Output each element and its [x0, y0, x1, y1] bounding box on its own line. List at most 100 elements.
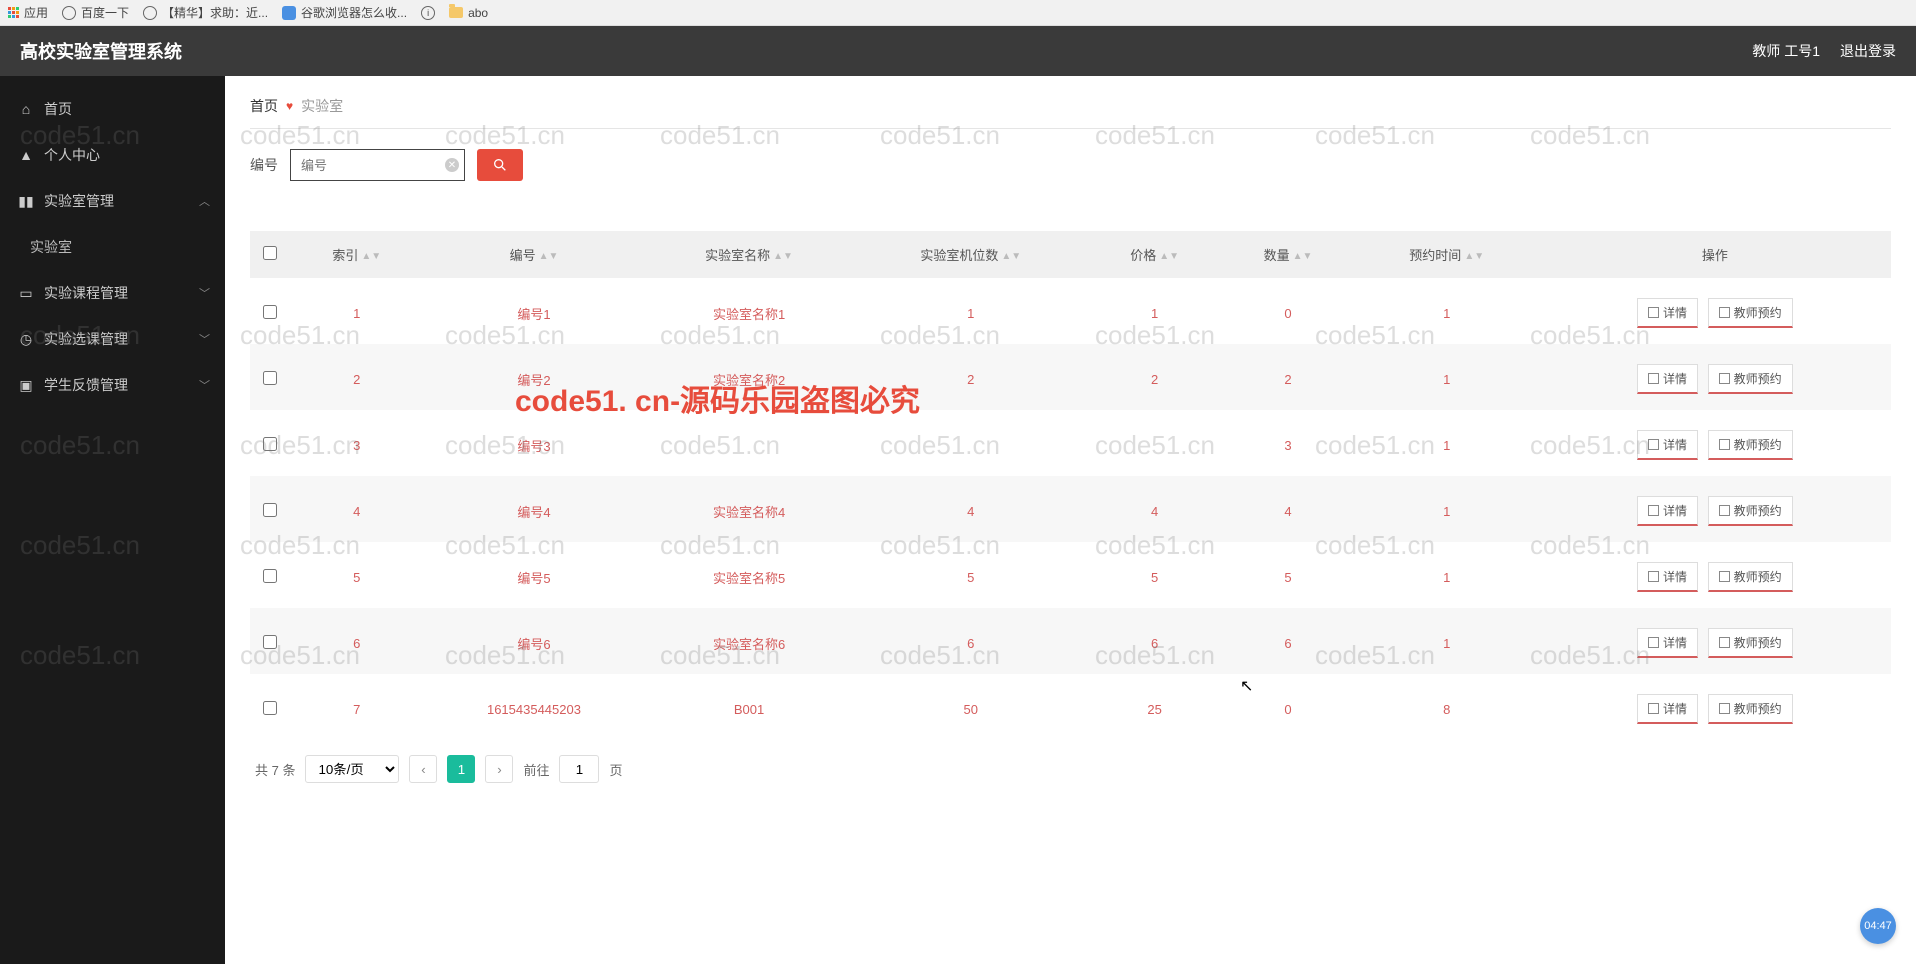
bookmark-baidu[interactable]: 百度一下	[62, 4, 129, 21]
detail-button[interactable]: 详情	[1637, 496, 1698, 526]
bookmark-apps[interactable]: 应用	[8, 4, 48, 21]
search-label: 编号	[250, 155, 278, 175]
row-checkbox[interactable]	[263, 569, 277, 583]
select-all-checkbox[interactable]	[263, 246, 277, 260]
sidebar-item-course-manage[interactable]: ▭ 实验课程管理 ﹀	[0, 270, 225, 316]
table-row: 6 编号6 实验室名称6 6 6 6 1 详情 教师预约	[250, 610, 1891, 676]
row-checkbox[interactable]	[263, 503, 277, 517]
cell-seats: 6	[854, 610, 1088, 676]
table-header-price[interactable]: 价格▲▼	[1088, 231, 1221, 280]
table-header-index[interactable]: 索引▲▼	[290, 231, 423, 280]
teacher-reserve-button[interactable]: 教师预约	[1708, 430, 1793, 460]
bookmark-label: abo	[468, 6, 488, 20]
page-size-select[interactable]: 10条/页	[305, 755, 399, 783]
globe-icon	[62, 6, 76, 20]
sort-icon[interactable]: ▲▼	[361, 254, 381, 260]
sidebar-item-lab[interactable]: 实验室	[0, 224, 225, 270]
cell-reserve-time: 1	[1355, 346, 1539, 412]
bookmark-jinghua[interactable]: 【精华】求助：近...	[143, 4, 268, 21]
teacher-reserve-button[interactable]: 教师预约	[1708, 496, 1793, 526]
row-checkbox[interactable]	[263, 371, 277, 385]
cell-name: 实验室名称2	[645, 346, 854, 412]
timer-badge[interactable]: 04:47	[1860, 908, 1896, 944]
clear-icon[interactable]: ✕	[445, 158, 459, 172]
row-checkbox[interactable]	[263, 305, 277, 319]
detail-button[interactable]: 详情	[1637, 430, 1698, 460]
row-checkbox[interactable]	[263, 635, 277, 649]
detail-button[interactable]: 详情	[1637, 364, 1698, 394]
detail-icon	[1648, 373, 1659, 384]
breadcrumb: 首页 ♥ 实验室	[250, 96, 1891, 129]
bookmark-readlist[interactable]: i	[421, 6, 435, 20]
breadcrumb-home[interactable]: 首页	[250, 96, 278, 116]
teacher-reserve-button[interactable]: 教师预约	[1708, 364, 1793, 394]
table-header-seats[interactable]: 实验室机位数▲▼	[854, 231, 1088, 280]
cell-index: 1	[290, 280, 423, 346]
sidebar-item-lab-manage[interactable]: ▮▮ 实验室管理 ︿	[0, 178, 225, 224]
cell-index: 7	[290, 676, 423, 740]
cell-reserve-time: 1	[1355, 412, 1539, 478]
user-label[interactable]: 教师 工号1	[1752, 41, 1820, 61]
table-header-name[interactable]: 实验室名称▲▼	[645, 231, 854, 280]
cell-code: 编号4	[423, 478, 644, 544]
cell-seats: 1	[854, 280, 1088, 346]
reserve-icon	[1719, 505, 1730, 516]
cell-code: 编号6	[423, 610, 644, 676]
table-row: 1 编号1 实验室名称1 1 1 0 1 详情 教师预约	[250, 280, 1891, 346]
search-input[interactable]	[290, 149, 465, 181]
sort-icon[interactable]: ▲▼	[773, 254, 793, 260]
user-icon: ▲	[18, 147, 34, 163]
goto-page-input[interactable]	[559, 755, 599, 783]
reserve-icon	[1719, 373, 1730, 384]
detail-icon	[1648, 571, 1659, 582]
sort-icon[interactable]: ▲▼	[1464, 254, 1484, 260]
sidebar-item-feedback-manage[interactable]: ▣ 学生反馈管理 ﹀	[0, 362, 225, 408]
page-number-button[interactable]: 1	[447, 755, 475, 783]
search-button[interactable]	[477, 149, 523, 181]
cell-price: 6	[1088, 610, 1221, 676]
table-header-code[interactable]: 编号▲▼	[423, 231, 644, 280]
logout-link[interactable]: 退出登录	[1840, 41, 1896, 61]
row-checkbox[interactable]	[263, 437, 277, 451]
teacher-reserve-button[interactable]: 教师预约	[1708, 694, 1793, 724]
detail-button[interactable]: 详情	[1637, 694, 1698, 724]
reserve-icon	[1719, 307, 1730, 318]
cell-reserve-time: 1	[1355, 610, 1539, 676]
sort-icon[interactable]: ▲▼	[1001, 254, 1021, 260]
bookmark-abo[interactable]: abo	[449, 6, 488, 20]
cell-seats	[854, 412, 1088, 478]
main-content: 首页 ♥ 实验室 编号 ✕ 索引▲▼ 编号▲▼ 实验室名称▲	[225, 76, 1916, 964]
sort-icon[interactable]: ▲▼	[1293, 254, 1313, 260]
cell-name: 实验室名称4	[645, 478, 854, 544]
detail-button[interactable]: 详情	[1637, 298, 1698, 328]
table-header-reserve-time[interactable]: 预约时间▲▼	[1355, 231, 1539, 280]
cell-seats: 4	[854, 478, 1088, 544]
teacher-reserve-button[interactable]: 教师预约	[1708, 562, 1793, 592]
cell-name: B001	[645, 676, 854, 740]
reserve-icon	[1719, 571, 1730, 582]
detail-button[interactable]: 详情	[1637, 628, 1698, 658]
teacher-reserve-button[interactable]: 教师预约	[1708, 298, 1793, 328]
table-header-quantity[interactable]: 数量▲▼	[1221, 231, 1354, 280]
bookmark-google[interactable]: 谷歌浏览器怎么收...	[282, 4, 407, 21]
sort-icon[interactable]: ▲▼	[1159, 254, 1179, 260]
next-page-button[interactable]: ›	[485, 755, 513, 783]
sidebar-item-personal[interactable]: ▲ 个人中心	[0, 132, 225, 178]
prev-page-button[interactable]: ‹	[409, 755, 437, 783]
row-checkbox[interactable]	[263, 701, 277, 715]
bookmark-label: 【精华】求助：近...	[162, 4, 268, 21]
sidebar-item-home[interactable]: ⌂ 首页	[0, 86, 225, 132]
cell-quantity: 0	[1221, 280, 1354, 346]
cell-index: 3	[290, 412, 423, 478]
chevron-down-icon: ﹀	[199, 377, 210, 393]
sidebar-item-label: 实验选课管理	[44, 329, 128, 349]
cell-operation: 详情 教师预约	[1539, 478, 1891, 544]
chevron-down-icon: ﹀	[199, 331, 210, 347]
goto-label: 前往	[523, 760, 549, 779]
cell-reserve-time: 1	[1355, 280, 1539, 346]
table-row: 4 编号4 实验室名称4 4 4 4 1 详情 教师预约	[250, 478, 1891, 544]
sort-icon[interactable]: ▲▼	[539, 254, 559, 260]
detail-button[interactable]: 详情	[1637, 562, 1698, 592]
sidebar-item-elective-manage[interactable]: ◷ 实验选课管理 ﹀	[0, 316, 225, 362]
teacher-reserve-button[interactable]: 教师预约	[1708, 628, 1793, 658]
